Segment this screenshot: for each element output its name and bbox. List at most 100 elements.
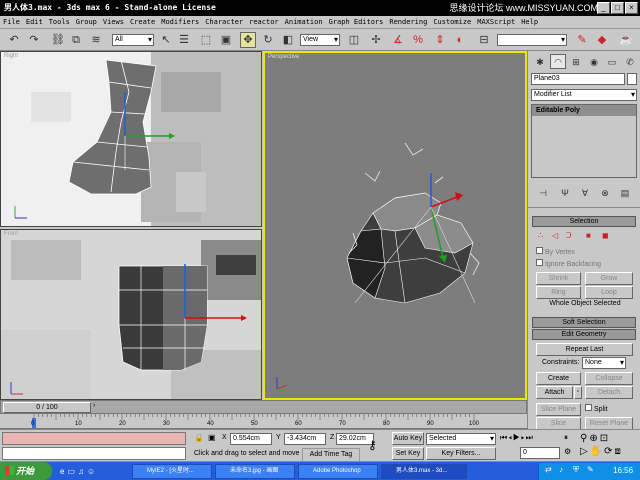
menu-rendering[interactable]: Rendering [389, 18, 427, 26]
selection-rollout-header[interactable]: Selection [532, 216, 636, 227]
set-key-icon[interactable]: ⚷ [368, 438, 388, 452]
material-editor-icon[interactable]: ◆ [594, 32, 610, 48]
tray-volume-icon[interactable]: ♪ [559, 465, 563, 474]
collapse-button[interactable]: Collapse [585, 372, 633, 385]
mirror-icon[interactable]: ◐ [452, 32, 468, 48]
slice-button[interactable]: Slice [536, 417, 581, 429]
zoom-icon[interactable]: ⚲ [580, 433, 589, 444]
key-filters-button[interactable]: Key Filters... [426, 447, 496, 460]
menu-help[interactable]: Help [521, 18, 538, 26]
curve-editor-icon[interactable]: ✎ [574, 32, 590, 48]
edge-mode-icon[interactable]: ◁ [552, 231, 558, 240]
minimize-button[interactable]: _ [597, 2, 610, 14]
key-selection-dropdown[interactable]: Selected [426, 433, 496, 445]
object-name-field[interactable]: Plane03 [531, 73, 625, 85]
object-color-swatch[interactable] [627, 73, 637, 85]
named-selection-dropdown[interactable] [497, 34, 567, 46]
attach-button[interactable]: Attach [536, 386, 573, 399]
reset-plane-button[interactable]: Reset Plane [585, 417, 633, 429]
ignore-backfacing-checkbox[interactable] [536, 259, 543, 266]
menu-file[interactable]: File [3, 18, 20, 26]
task-3dsmax[interactable]: 男人体3.max - 3d... [381, 464, 467, 479]
menu-tools[interactable]: Tools [49, 18, 70, 26]
by-vertex-option[interactable]: By Vertex [536, 247, 636, 257]
viewport-perspective[interactable]: Perspective [263, 51, 527, 400]
loop-button[interactable]: Loop [585, 286, 633, 299]
pin-stack-icon[interactable]: ⊣ [535, 185, 551, 201]
polygon-mode-icon[interactable]: ■ [586, 231, 591, 240]
make-unique-icon[interactable]: ∀ [577, 185, 593, 201]
x-coordinate-field[interactable]: 0.554cm [230, 433, 272, 445]
absolute-mode-icon[interactable]: ▣ [208, 433, 218, 443]
menu-group[interactable]: Group [76, 18, 97, 26]
lock-selection-icon[interactable]: 🔒 [194, 433, 204, 443]
auto-key-button[interactable]: Auto Key [392, 432, 424, 445]
align-icon[interactable]: ⊟ [476, 32, 492, 48]
close-button[interactable]: × [625, 2, 638, 14]
tray-input-icon[interactable]: ✎ [587, 465, 594, 474]
field-of-view-icon[interactable]: ▷ [580, 446, 590, 457]
show-end-result-icon[interactable]: Ψ [557, 185, 573, 201]
play-icon[interactable]: ▶ [513, 433, 521, 442]
select-by-name-icon[interactable]: ☰ [176, 32, 192, 48]
slice-plane-button[interactable]: Slice Plane [536, 403, 581, 416]
display-tab-icon[interactable]: ▭ [604, 54, 620, 69]
maxscript-input-mini[interactable] [2, 447, 186, 460]
split-checkbox[interactable] [585, 404, 592, 411]
snaps-toggle-icon[interactable]: ✢ [368, 32, 384, 48]
task-photoshop[interactable]: Adobe Photoshop [298, 464, 378, 479]
utilities-tab-icon[interactable]: ✆ [622, 54, 638, 69]
maximize-viewport-icon[interactable]: ⧈ [615, 446, 623, 457]
add-time-tag-button[interactable]: Add Time Tag [302, 448, 360, 462]
next-frame-arrow-icon[interactable]: › [93, 402, 103, 412]
menu-maxscript[interactable]: MAXScript [477, 18, 515, 26]
unlink-icon[interactable]: ⧉ [68, 32, 84, 48]
vertex-mode-icon[interactable]: ∴ [538, 231, 543, 240]
split-option[interactable]: Split [585, 404, 633, 413]
soft-selection-rollout-header[interactable]: Soft Selection [532, 317, 636, 328]
menu-modifiers[interactable]: Modifiers [161, 18, 199, 26]
media-icon[interactable]: ♫ [78, 467, 87, 476]
bind-space-warp-icon[interactable]: ≋ [88, 32, 104, 48]
select-and-move-icon[interactable]: ✥ [240, 32, 256, 48]
modifier-list-dropdown[interactable]: Modifier List [531, 89, 637, 101]
stack-item-editable-poly[interactable]: Editable Poly [532, 105, 636, 116]
tray-security-icon[interactable]: ⛨ [573, 465, 579, 475]
edit-geometry-rollout-header[interactable]: Edit Geometry [532, 329, 636, 340]
angle-snap-icon[interactable]: ∡ [390, 32, 406, 48]
messenger-icon[interactable]: ☺ [87, 467, 98, 476]
select-and-rotate-icon[interactable]: ↻ [260, 32, 276, 48]
zoom-extents-icon[interactable]: ⊡ [600, 433, 610, 444]
ring-button[interactable]: Ring [536, 286, 581, 299]
task-myie2[interactable]: MyIE2 - [火星时... [132, 464, 212, 479]
y-coordinate-field[interactable]: -3.434cm [284, 433, 326, 445]
window-crossing-icon[interactable]: ▣ [218, 32, 234, 48]
detach-button[interactable]: Detach [585, 386, 633, 399]
task-paint[interactable]: 未命名3.jpg - 画图 [215, 464, 295, 479]
set-key-button[interactable]: Set Key [392, 447, 424, 460]
key-mode-icon[interactable]: ⏸ [564, 433, 574, 443]
zoom-all-icon[interactable]: ⊕ [589, 433, 599, 444]
menu-graph-editors[interactable]: Graph Editors [329, 18, 384, 26]
motion-tab-icon[interactable]: ◉ [586, 54, 602, 69]
modify-tab-icon[interactable]: ◠ [550, 54, 566, 69]
desktop-icon[interactable]: ▭ [67, 467, 78, 476]
maximize-button[interactable]: □ [611, 2, 624, 14]
attach-list-icon[interactable]: ▫ [574, 386, 582, 399]
reference-coordinate-dropdown[interactable]: View [300, 34, 340, 46]
menu-animation[interactable]: Animation [285, 18, 323, 26]
menu-edit[interactable]: Edit [26, 18, 43, 26]
create-tab-icon[interactable]: ✱ [532, 54, 548, 69]
menu-views[interactable]: Views [103, 18, 124, 26]
spinner-snap-icon[interactable]: ⇕ [432, 32, 448, 48]
border-mode-icon[interactable]: Ↄ [566, 231, 572, 240]
select-object-icon[interactable]: ↖ [158, 32, 174, 48]
percent-snap-icon[interactable]: % [410, 32, 426, 48]
menu-customize[interactable]: Customize [433, 18, 471, 26]
time-slider-track[interactable]: 0 / 100 › [0, 400, 527, 414]
menu-create[interactable]: Create [130, 18, 155, 26]
go-to-end-icon[interactable]: ⏭ [526, 433, 534, 442]
rectangular-selection-icon[interactable]: ⬚ [198, 32, 214, 48]
undo-icon[interactable]: ↶ [6, 32, 22, 48]
select-and-scale-icon[interactable]: ◧ [280, 32, 296, 48]
